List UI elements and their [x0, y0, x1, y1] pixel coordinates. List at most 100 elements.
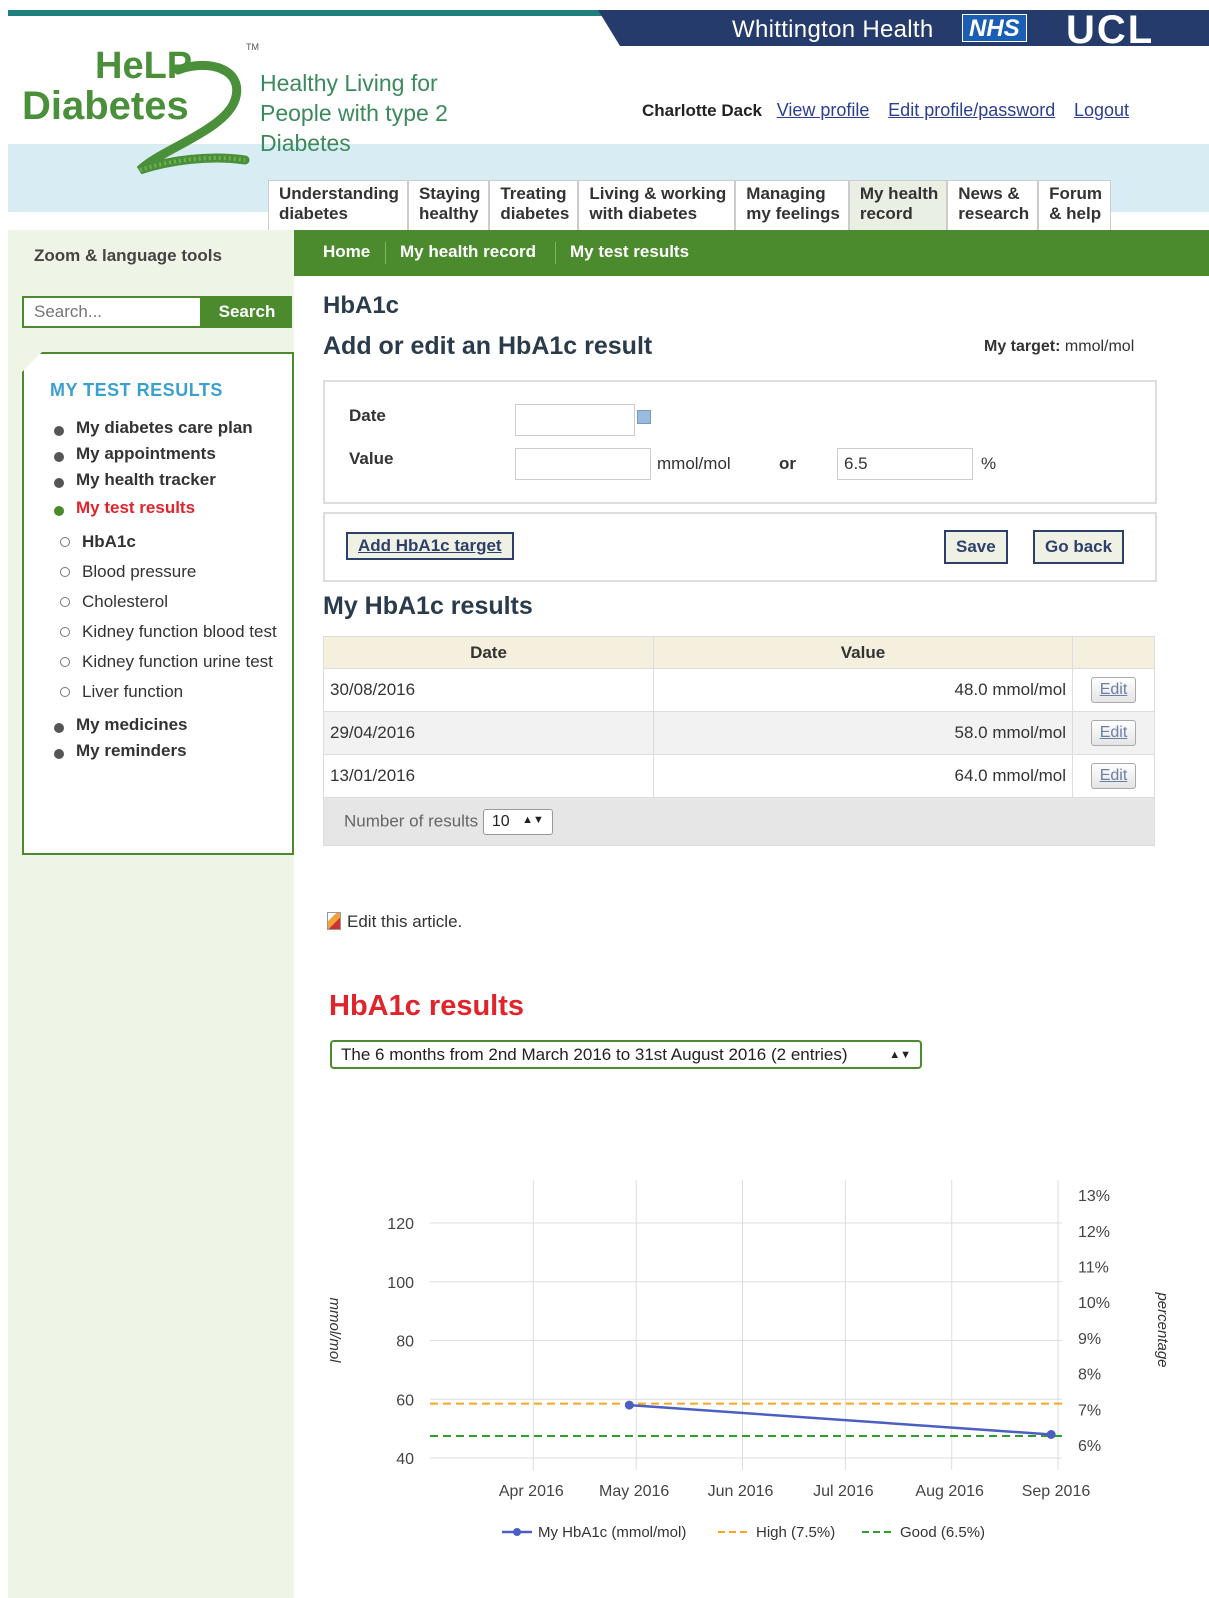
tab-treating-diabetes[interactable]: Treating diabetes — [489, 180, 579, 230]
or-label: or — [779, 454, 796, 473]
sidebar-item-reminders[interactable]: My reminders — [54, 741, 284, 761]
date-range-select[interactable]: The 6 months from 2nd March 2016 to 31st… — [330, 1040, 922, 1069]
sidebar-item-label: My appointments — [76, 444, 216, 463]
view-profile-link[interactable]: View profile — [777, 100, 870, 120]
percent-value-field[interactable] — [837, 448, 973, 480]
tab-label: diabetes — [500, 204, 570, 223]
y-tick-label: 80 — [396, 1334, 414, 1351]
column-header-actions — [1072, 636, 1155, 669]
edit-button[interactable]: Edit — [1090, 763, 1137, 789]
result-date: 13/01/2016 — [323, 754, 654, 798]
legend-high-label: High (7.5%) — [756, 1524, 835, 1541]
edit-article-link[interactable]: Edit this article. — [327, 912, 462, 932]
result-value: 64.0 mmol/mol — [653, 754, 1073, 798]
tab-staying-healthy[interactable]: Staying healthy — [407, 180, 490, 230]
sidebar-item-label: My reminders — [76, 741, 187, 760]
zoom-language-tools-link[interactable]: Zoom & language tools — [34, 246, 222, 266]
breadcrumb-test-results[interactable]: My test results — [570, 242, 689, 262]
bullet-icon — [54, 749, 64, 759]
sidebar-item-hba1c[interactable]: HbA1c — [54, 530, 284, 553]
sidebar-item-care-plan[interactable]: My diabetes care plan — [54, 418, 284, 438]
select-arrows-icon: ▲▼ — [522, 813, 544, 826]
bullet-icon — [54, 426, 64, 436]
circle-bullet-icon — [60, 687, 70, 697]
sidebar-item-blood-pressure[interactable]: Blood pressure — [54, 560, 284, 583]
tab-my-health-record[interactable]: My health record — [848, 180, 948, 230]
tab-understanding-diabetes[interactable]: Understanding diabetes — [268, 180, 408, 230]
tab-news-research[interactable]: News & research — [947, 180, 1039, 230]
sidebar-item-test-results[interactable]: My test results — [54, 498, 284, 518]
bullet-icon — [54, 452, 64, 462]
x-tick-label: Jun 2016 — [708, 1483, 774, 1500]
tab-living-working[interactable]: Living & working with diabetes — [578, 180, 736, 230]
results-count-select[interactable]: 10 ▲▼ — [482, 808, 553, 835]
sidebar-item-label: HbA1c — [82, 532, 136, 551]
chart-section-title: HbA1c results — [329, 990, 525, 1022]
pencil-icon — [327, 912, 341, 930]
page-title: HbA1c — [323, 292, 400, 319]
logout-link[interactable]: Logout — [1074, 100, 1129, 120]
bullet-icon — [54, 506, 64, 516]
y2-tick-label: 6% — [1078, 1438, 1101, 1455]
bullet-icon — [54, 723, 64, 733]
select-arrows-icon: ▲▼ — [889, 1049, 911, 1061]
sidebar-item-kidney-blood[interactable]: Kidney function blood test — [54, 620, 284, 643]
sidebar-item-appointments[interactable]: My appointments — [54, 444, 284, 464]
search-input[interactable] — [22, 296, 202, 328]
add-target-button[interactable]: Add HbA1c target — [346, 532, 514, 560]
sidebar-item-kidney-urine[interactable]: Kidney function urine test — [54, 650, 284, 673]
tab-label: Forum — [1049, 184, 1103, 203]
sidebar-item-liver-function[interactable]: Liver function — [54, 680, 284, 703]
test-results-menu: MY TEST RESULTS My diabetes care plan My… — [22, 352, 294, 855]
column-header-date[interactable]: Date — [323, 636, 654, 669]
breadcrumb-divider — [385, 242, 386, 264]
search-button[interactable]: Search — [202, 296, 292, 328]
breadcrumb: Home My health record My test results — [294, 230, 1209, 276]
legend-series-marker — [513, 1528, 521, 1536]
y-tick-label: 120 — [387, 1216, 414, 1233]
table-row: 30/08/2016 48.0 mmol/mol Edit — [323, 668, 1155, 712]
tab-managing-feelings[interactable]: Managing my feelings — [735, 180, 849, 230]
breadcrumb-health-record[interactable]: My health record — [400, 242, 536, 262]
y2-axis-title: percentage — [1154, 1291, 1171, 1367]
y2-tick-label: 7% — [1078, 1402, 1101, 1419]
logo-help[interactable]: HeLP — [95, 45, 192, 88]
sidebar-item-medicines[interactable]: My medicines — [54, 715, 284, 735]
sidebar-item-cholesterol[interactable]: Cholesterol — [54, 590, 284, 613]
form-title: Add or edit an HbA1c result — [323, 332, 653, 360]
table-footer: Number of results 10 ▲▼ — [323, 797, 1155, 846]
y2-tick-label: 10% — [1078, 1295, 1110, 1312]
edit-button[interactable]: Edit — [1090, 677, 1137, 703]
result-value: 48.0 mmol/mol — [653, 668, 1073, 712]
mmol-value-field[interactable] — [515, 448, 651, 480]
circle-bullet-icon — [60, 537, 70, 547]
y2-tick-label: 11% — [1078, 1260, 1109, 1277]
user-bar: Charlotte Dack View profile Edit profile… — [642, 100, 1143, 121]
tab-label: healthy — [418, 204, 479, 223]
calendar-icon[interactable] — [637, 410, 651, 424]
edit-cell: Edit — [1072, 754, 1155, 798]
nhs-logo: NHS — [962, 14, 1027, 42]
hba1c-data-point — [1046, 1430, 1056, 1439]
edit-profile-link[interactable]: Edit profile/password — [888, 100, 1055, 120]
result-form: Date Value mmol/mol or % — [323, 380, 1157, 504]
main-nav: Understanding diabetes Staying healthy Tre… — [268, 180, 1112, 230]
sidebar-item-label: Kidney function blood test — [82, 622, 277, 641]
go-back-button[interactable]: Go back — [1033, 530, 1125, 564]
save-button[interactable]: Save — [944, 530, 1008, 564]
circle-bullet-icon — [60, 657, 70, 667]
sidebar-item-health-tracker[interactable]: My health tracker — [54, 470, 284, 490]
edit-button[interactable]: Edit — [1090, 720, 1137, 746]
sidebar-item-label: My medicines — [76, 715, 188, 734]
date-field[interactable] — [515, 404, 635, 436]
legend-series-label: My HbA1c (mmol/mol) — [538, 1524, 686, 1541]
breadcrumb-divider — [555, 242, 556, 264]
target-unit: mmol/mol — [1064, 338, 1135, 355]
circle-bullet-icon — [60, 627, 70, 637]
column-header-value[interactable]: Value — [653, 636, 1073, 669]
y-axis-title: mmol/mol — [326, 1297, 343, 1363]
sidebar-item-label: Kidney function urine test — [82, 652, 273, 671]
tab-forum-help[interactable]: Forum & help — [1038, 180, 1112, 230]
breadcrumb-home[interactable]: Home — [323, 242, 370, 262]
logo-diabetes[interactable]: Diabetes — [22, 84, 189, 129]
